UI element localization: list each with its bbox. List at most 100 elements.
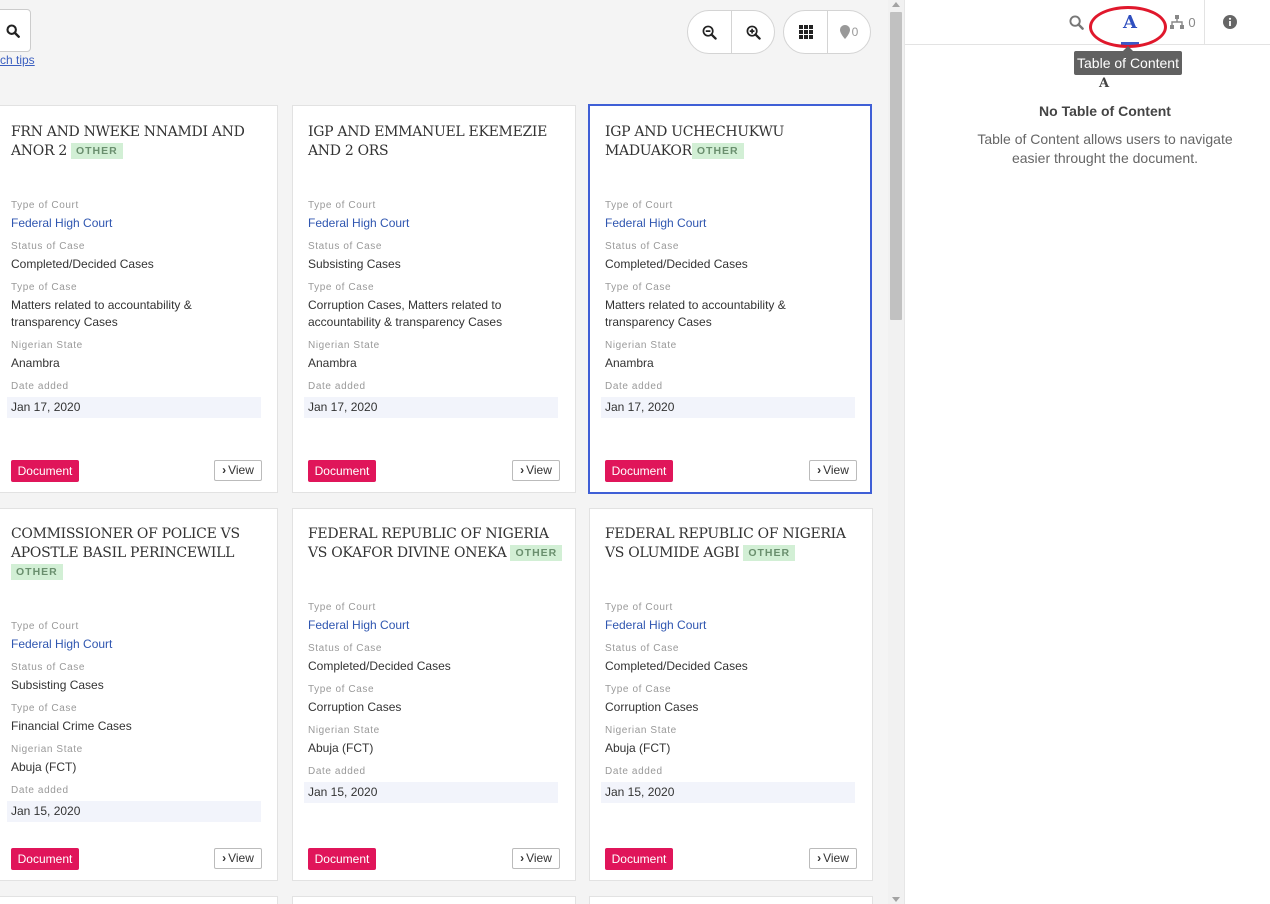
zoom-out-button[interactable] xyxy=(688,11,731,53)
table-of-content-tooltip: Table of Content xyxy=(1074,51,1182,75)
view-button[interactable]: › View xyxy=(512,460,560,481)
view-controls: 0 xyxy=(783,10,871,54)
grid-view-button[interactable] xyxy=(784,11,827,53)
status-of-case-label: Status of Case xyxy=(308,643,382,654)
status-of-case-value: Completed/Decided Cases xyxy=(605,659,748,673)
document-button[interactable]: Document xyxy=(11,460,79,482)
type-of-case-value: Matters related to accountability & tran… xyxy=(11,298,192,329)
category-badge: OTHER xyxy=(11,564,63,580)
document-button[interactable]: Document xyxy=(308,460,376,482)
document-button[interactable]: Document xyxy=(11,848,79,870)
status-of-case-label: Status of Case xyxy=(11,662,85,673)
document-button[interactable]: Document xyxy=(605,848,673,870)
status-of-case-value: Completed/Decided Cases xyxy=(11,257,154,271)
type-of-case-value: Corruption Cases xyxy=(308,700,402,714)
date-added-value: Jan 15, 2020 xyxy=(601,782,855,803)
type-of-court-label: Type of Court xyxy=(308,200,376,211)
tab-info[interactable] xyxy=(1219,0,1241,44)
document-button[interactable]: Document xyxy=(308,848,376,870)
type-of-court-link[interactable]: Federal High Court xyxy=(11,636,261,653)
case-title[interactable]: IGP AND UCHECHUKWU MADUAKOR OTHER xyxy=(605,123,865,161)
type-of-case-label: Type of Case xyxy=(605,684,672,695)
status-of-case-label: Status of Case xyxy=(11,241,85,252)
scrollbar[interactable] xyxy=(888,0,904,904)
nigerian-state-value: Anambra xyxy=(605,356,654,370)
type-of-court-label: Type of Court xyxy=(308,602,376,613)
nigerian-state-label: Nigerian State xyxy=(308,725,380,736)
search-icon xyxy=(5,23,20,38)
nigerian-state-value: Anambra xyxy=(11,356,60,370)
type-of-case-label: Type of Case xyxy=(11,282,78,293)
type-of-case-label: Type of Case xyxy=(605,282,672,293)
nigerian-state-label: Nigerian State xyxy=(11,744,83,755)
view-button[interactable]: › View xyxy=(214,848,262,869)
date-added-label: Date added xyxy=(308,381,366,392)
grid-icon xyxy=(798,25,813,39)
type-of-court-link[interactable]: Federal High Court xyxy=(308,215,558,232)
tab-structure[interactable]: 0 xyxy=(1165,0,1201,44)
nigerian-state-value: Abuja (FCT) xyxy=(308,741,374,755)
type-of-case-label: Type of Case xyxy=(308,684,375,695)
type-of-case-value: Matters related to accountability & tran… xyxy=(605,298,786,329)
case-card: FEDERAL REPUBLIC OF NIGERIA VS OKAFOR DI… xyxy=(292,508,576,881)
status-of-case-label: Status of Case xyxy=(308,241,382,252)
case-card: FEDERAL REPUBLIC OF NIGERIA VS OLUMIDE A… xyxy=(589,508,873,881)
date-added-label: Date added xyxy=(605,381,663,392)
scroll-up-arrow[interactable] xyxy=(892,2,900,7)
scroll-down-arrow[interactable] xyxy=(892,897,900,902)
nigerian-state-value: Anambra xyxy=(308,356,357,370)
zoom-in-button[interactable] xyxy=(731,11,774,53)
search-tips-link[interactable]: ch tips xyxy=(0,53,35,67)
nigerian-state-label: Nigerian State xyxy=(605,725,677,736)
view-button[interactable]: › View xyxy=(214,460,262,481)
case-title[interactable]: FEDERAL REPUBLIC OF NIGERIA VS OKAFOR DI… xyxy=(308,525,568,563)
type-of-case-label: Type of Case xyxy=(308,282,375,293)
document-button[interactable]: Document xyxy=(605,460,673,482)
case-title[interactable]: FRN AND NWEKE NNAMDI AND ANOR 2 OTHER xyxy=(11,123,271,161)
case-card: IGP AND UCHECHUKWU MADUAKOR OTHER Type of… xyxy=(588,104,872,494)
date-added-label: Date added xyxy=(11,381,69,392)
status-of-case-label: Status of Case xyxy=(605,241,679,252)
category-badge: OTHER xyxy=(743,545,796,561)
tab-search[interactable] xyxy=(1065,0,1087,44)
type-of-court-link[interactable]: Federal High Court xyxy=(308,617,558,634)
date-added-label: Date added xyxy=(605,766,663,777)
category-badge: OTHER xyxy=(510,545,563,561)
side-panel: A 0 Table of Content A No Table of Conte… xyxy=(904,0,1270,904)
date-added-label: Date added xyxy=(11,785,69,796)
status-of-case-value: Completed/Decided Cases xyxy=(605,257,748,271)
info-icon xyxy=(1223,15,1237,29)
results-area: ch tips 0 FRN AND NWEKE NNAMDI AND ANOR … xyxy=(0,0,888,904)
tab-divider xyxy=(1204,0,1205,44)
nigerian-state-label: Nigerian State xyxy=(11,340,83,351)
zoom-controls xyxy=(687,10,775,54)
structure-count: 0 xyxy=(1188,14,1196,30)
empty-state-title: No Table of Content xyxy=(1039,103,1171,119)
date-added-value: Jan 15, 2020 xyxy=(304,782,558,803)
view-button[interactable]: › View xyxy=(512,848,560,869)
map-pin-button[interactable]: 0 xyxy=(827,11,870,53)
date-added-value: Jan 17, 2020 xyxy=(7,397,261,418)
type-of-court-label: Type of Court xyxy=(11,200,79,211)
map-pin-icon xyxy=(839,25,850,39)
chevron-right-icon: › xyxy=(520,851,525,865)
type-of-court-link[interactable]: Federal High Court xyxy=(11,215,261,232)
view-button[interactable]: › View xyxy=(809,848,857,869)
case-title[interactable]: IGP AND EMMANUEL EKEMEZIE AND 2 ORS xyxy=(308,123,568,161)
view-button[interactable]: › View xyxy=(809,460,857,481)
type-of-court-link[interactable]: Federal High Court xyxy=(605,215,855,232)
pin-count: 0 xyxy=(851,25,859,39)
type-of-court-label: Type of Court xyxy=(605,200,673,211)
search-icon xyxy=(1068,14,1084,30)
case-title[interactable]: FEDERAL REPUBLIC OF NIGERIA VS OLUMIDE A… xyxy=(605,525,865,563)
chevron-right-icon: › xyxy=(817,463,822,477)
search-button[interactable] xyxy=(0,9,31,52)
chevron-right-icon: › xyxy=(817,851,822,865)
type-of-court-link[interactable]: Federal High Court xyxy=(605,617,855,634)
case-card: IGP AND EMMANUEL EKEMEZIE AND 2 ORS Type… xyxy=(292,105,576,493)
status-of-case-value: Subsisting Cases xyxy=(11,678,104,692)
annotation-circle xyxy=(1089,6,1167,48)
case-title[interactable]: COMMISSIONER OF POLICE VS APOSTLE BASIL … xyxy=(11,525,271,582)
case-card xyxy=(0,896,278,904)
scroll-thumb[interactable] xyxy=(890,12,902,320)
